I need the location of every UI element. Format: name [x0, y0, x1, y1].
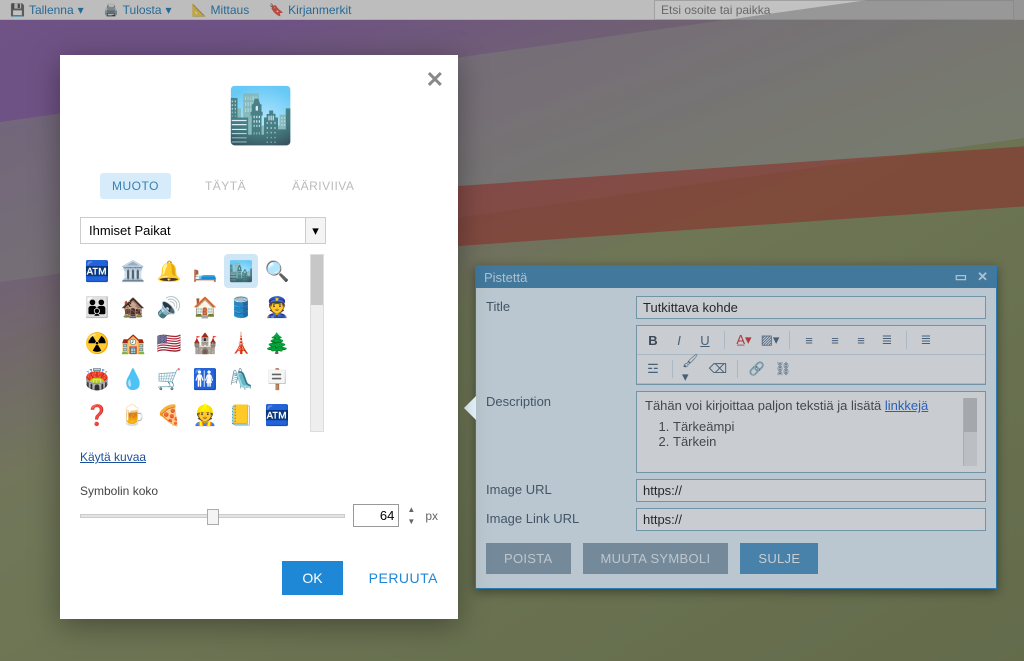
- symbol-tabs: MUOTO TÄYTÄ ÄÄRIVIIVA: [80, 173, 438, 199]
- align-right-icon[interactable]: ≡: [851, 330, 871, 350]
- scrollbar[interactable]: [310, 254, 324, 432]
- symbol-dialog: ✕ 🏙️ MUOTO TÄYTÄ ÄÄRIVIIVA ▾ 🏧🏛️🔔🛏️🏙️🔍👪🏚…: [60, 55, 458, 619]
- chevron-down-icon[interactable]: ▾: [305, 218, 325, 243]
- point-editor-panel: Pistettä ▭ ✕ Title . B I U A̲▾ ▨▾ ≡: [475, 265, 997, 589]
- measure-button[interactable]: 📐 Mittaus: [192, 3, 250, 17]
- underline-icon[interactable]: U: [695, 330, 715, 350]
- image-url-input[interactable]: [636, 479, 986, 502]
- symbol-preview-icon: 🏙️: [227, 85, 291, 149]
- panel-title: Pistettä: [484, 270, 527, 285]
- size-slider[interactable]: [80, 514, 345, 518]
- bell-icon[interactable]: 🔔: [152, 254, 186, 288]
- pizza-icon[interactable]: 🍕: [152, 398, 186, 432]
- save-menu[interactable]: 💾 Tallenna ▾: [10, 3, 84, 17]
- playground-icon[interactable]: 🛝: [224, 362, 258, 396]
- print-menu[interactable]: 🖨️ Tulosta ▾: [104, 3, 172, 17]
- search-icon[interactable]: 🔍: [260, 254, 294, 288]
- tab-shape[interactable]: MUOTO: [100, 173, 171, 199]
- category-input[interactable]: [81, 218, 305, 243]
- drop-icon[interactable]: 💧: [116, 362, 150, 396]
- unlink-icon[interactable]: ⛓: [773, 359, 793, 379]
- numbered-list-icon[interactable]: ≣: [916, 330, 936, 350]
- clear-format-icon[interactable]: ⌫: [708, 359, 728, 379]
- image-url-label: Image URL: [486, 479, 636, 497]
- close-icon[interactable]: ✕: [426, 67, 444, 93]
- tab-fill[interactable]: TÄYTÄ: [193, 173, 258, 199]
- atm2-icon[interactable]: 🏧: [260, 398, 294, 432]
- rich-text-toolbar: B I U A̲▾ ▨▾ ≡ ≡ ≡ ≣ ≣ ☲ 🖌▾: [636, 325, 986, 385]
- category-select[interactable]: ▾: [80, 217, 326, 244]
- trees-icon[interactable]: 🌲: [260, 326, 294, 360]
- align-left-icon[interactable]: ≡: [799, 330, 819, 350]
- use-image-link[interactable]: Käytä kuvaa: [80, 450, 438, 464]
- align-justify-icon[interactable]: ≣: [877, 330, 897, 350]
- title-input[interactable]: [636, 296, 986, 319]
- text-color-icon[interactable]: A̲▾: [734, 330, 754, 350]
- image-link-url-input[interactable]: [636, 508, 986, 531]
- icon-grid: 🏧🏛️🔔🛏️🏙️🔍👪🏚️🔊🏠🛢️👮☢️🏫🇺🇸🏰🗼🌲🏟️💧🛒🚻🛝🪧❓🍺🍕👷📒🏧: [80, 254, 306, 432]
- cart-icon[interactable]: 🛒: [152, 362, 186, 396]
- speaker-icon[interactable]: 🔊: [152, 290, 186, 324]
- atm-icon[interactable]: 🏧: [80, 254, 114, 288]
- scrollbar[interactable]: [963, 398, 977, 466]
- tab-outline[interactable]: ÄÄRIVIIVA: [280, 173, 366, 199]
- stadium-icon[interactable]: 🏟️: [80, 362, 114, 396]
- family-icon[interactable]: 👪: [80, 290, 114, 324]
- beer-icon[interactable]: 🍺: [116, 398, 150, 432]
- callout-arrow-icon: [464, 396, 476, 420]
- size-unit: px: [425, 509, 438, 523]
- bold-icon[interactable]: B: [643, 330, 663, 350]
- highlight-icon[interactable]: ▨▾: [760, 330, 780, 350]
- maximize-icon[interactable]: ▭: [955, 269, 967, 285]
- police-icon[interactable]: 👮: [260, 290, 294, 324]
- description-link[interactable]: linkkejä: [885, 398, 928, 413]
- panel-titlebar[interactable]: Pistettä ▭ ✕: [476, 266, 996, 288]
- city-icon[interactable]: 🏙️: [224, 254, 258, 288]
- question-icon[interactable]: ❓: [80, 398, 114, 432]
- restroom-icon[interactable]: 🚻: [188, 362, 222, 396]
- link-icon[interactable]: 🔗: [747, 359, 767, 379]
- delete-button[interactable]: POISTA: [486, 543, 571, 574]
- flag-us-icon[interactable]: 🇺🇸: [152, 326, 186, 360]
- worker-icon[interactable]: 👷: [188, 398, 222, 432]
- barrel-icon[interactable]: 🛢️: [224, 290, 258, 324]
- sign-icon[interactable]: 🪧: [260, 362, 294, 396]
- italic-icon[interactable]: I: [669, 330, 689, 350]
- note-icon[interactable]: 📒: [224, 398, 258, 432]
- bed-icon[interactable]: 🛏️: [188, 254, 222, 288]
- close-button[interactable]: SULJE: [740, 543, 818, 574]
- bank-icon[interactable]: 🏛️: [116, 254, 150, 288]
- align-center-icon[interactable]: ≡: [825, 330, 845, 350]
- tower-icon[interactable]: 🗼: [224, 326, 258, 360]
- description-editor[interactable]: Tähän voi kirjoittaa paljon tekstiä ja l…: [636, 391, 986, 473]
- description-list: Tärkeämpi Tärkein: [673, 419, 963, 449]
- radiation-icon[interactable]: ☢️: [80, 326, 114, 360]
- change-symbol-button[interactable]: MUUTA SYMBOLI: [583, 543, 729, 574]
- close-icon[interactable]: ✕: [977, 269, 988, 285]
- cancel-button[interactable]: PERUUTA: [369, 570, 438, 586]
- size-input[interactable]: [353, 504, 399, 527]
- title-label: Title: [486, 296, 636, 314]
- stepper-icon[interactable]: ▲▼: [407, 507, 417, 525]
- house-icon[interactable]: 🏠: [188, 290, 222, 324]
- bulleted-list-icon[interactable]: ☲: [643, 359, 663, 379]
- bookmarks-button[interactable]: 🔖 Kirjanmerkit: [269, 3, 351, 17]
- brush-icon[interactable]: 🖌▾: [682, 359, 702, 379]
- school-icon[interactable]: 🏫: [116, 326, 150, 360]
- description-label: Description: [486, 391, 636, 409]
- image-link-url-label: Image Link URL: [486, 508, 636, 526]
- hut-icon[interactable]: 🏚️: [116, 290, 150, 324]
- description-text: Tähän voi kirjoittaa paljon tekstiä ja l…: [645, 398, 885, 413]
- castle-icon[interactable]: 🏰: [188, 326, 222, 360]
- size-label: Symbolin koko: [80, 484, 438, 498]
- ok-button[interactable]: OK: [282, 561, 342, 595]
